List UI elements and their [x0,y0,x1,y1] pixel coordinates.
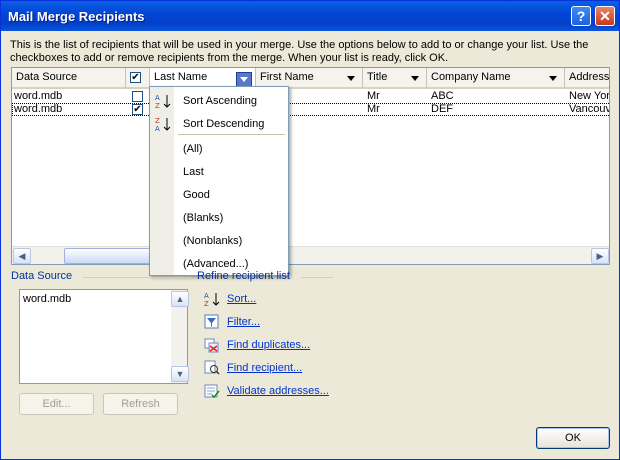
chevron-down-icon [240,77,248,82]
row-checkbox[interactable]: ✔ [132,104,143,115]
svg-text:A: A [155,125,160,132]
help-button[interactable]: ? [571,6,591,26]
find-recipient-icon [204,360,220,375]
close-button[interactable]: ✕ [595,6,615,26]
filter-link[interactable]: Filter... [227,316,260,328]
group-divider [301,277,333,278]
find-duplicates-icon [204,338,219,353]
validate-addresses-icon [204,384,220,399]
menu-item-blanks[interactable]: (Blanks) [183,212,223,224]
refresh-button[interactable]: Refresh [103,393,178,415]
filter-icon [204,314,219,329]
chevron-down-icon[interactable] [411,76,419,81]
column-filter-dropdown-button[interactable] [236,72,252,87]
column-header-company-name[interactable]: Company Name [427,68,565,89]
table-row[interactable]: word.mdb w Mr ABC New Yor [12,90,610,103]
scroll-up-icon[interactable]: ▲ [171,291,189,307]
sort-icon: A Z [204,292,220,307]
window-title: Mail Merge Recipients [8,9,145,24]
data-source-group-label: Data Source [11,270,73,282]
validate-addresses-link[interactable]: Validate addresses... [227,385,329,397]
menu-item-good[interactable]: Good [183,189,210,201]
cell-title: Mr [367,90,380,102]
data-source-list[interactable]: word.mdb ▲ ▼ [19,289,189,384]
list-item[interactable]: word.mdb [23,293,71,305]
horizontal-scrollbar[interactable]: ◀ ▶ [12,246,609,264]
sort-link[interactable]: Sort... [227,293,256,305]
menu-item-all[interactable]: (All) [183,143,203,155]
row-checkbox[interactable] [132,91,143,102]
column-header-label: Address [569,71,610,83]
svg-text:Z: Z [155,117,160,125]
ok-button[interactable]: OK [536,427,610,449]
menu-item-sort-ascending[interactable]: Sort Ascending [183,95,257,107]
cell-title: Mr [367,103,380,115]
find-recipient-link[interactable]: Find recipient... [227,362,302,374]
cell-company: DEF [431,103,453,115]
column-header-label: First Name [260,71,314,83]
title-bar[interactable]: Mail Merge Recipients ? ✕ [1,1,619,31]
column-header-address[interactable]: Address [565,68,610,89]
scroll-right-icon[interactable]: ▶ [591,248,609,264]
column-header-label: Title [367,71,388,83]
chevron-down-icon[interactable] [549,76,557,81]
edit-button[interactable]: Edit... [19,393,94,415]
column-header-include[interactable]: ✔ [126,68,150,89]
table-row[interactable]: word.mdb ✔ Mr DEF Vancouv [12,103,610,116]
find-duplicates-link[interactable]: Find duplicates... [227,339,310,351]
column-header-label: Last Name [154,71,208,83]
instructions-text: This is the list of recipients that will… [10,39,589,64]
svg-text:Z: Z [155,102,160,109]
column-header-label: Data Source [16,71,78,83]
sort-descending-icon: Z A [155,117,171,132]
vertical-scrollbar[interactable]: ▲ ▼ [171,290,189,383]
header-checkbox[interactable]: ✔ [130,72,141,83]
column-filter-menu: A Z Sort Ascending Z A Sort Descending (… [149,86,289,276]
menu-item-sort-descending[interactable]: Sort Descending [183,118,264,130]
refine-group-label: Refine recipient list [197,270,290,282]
column-header-title[interactable]: Title [363,68,427,89]
cell-company: ABC [431,90,454,102]
recipients-table: Data Source ✔ Last Name First Name Title… [11,67,610,265]
svg-text:A: A [204,292,209,300]
cell-data-source: word.mdb [14,103,63,115]
sort-ascending-icon: A Z [155,94,171,109]
column-header-data-source[interactable]: Data Source [12,68,126,89]
column-header-label: Company Name [431,71,511,83]
group-divider [83,277,191,278]
svg-text:Z: Z [204,300,209,307]
scroll-down-icon[interactable]: ▼ [171,366,189,382]
svg-text:A: A [155,94,160,102]
menu-item-nonblanks[interactable]: (Nonblanks) [183,235,242,247]
menu-item-advanced[interactable]: (Advanced...) [183,258,248,270]
cell-address: Vancouv [569,103,610,115]
menu-separator [178,134,285,135]
mail-merge-recipients-dialog: Mail Merge Recipients ? ✕ This is the li… [0,0,620,460]
chevron-down-icon[interactable] [347,76,355,81]
menu-item-last[interactable]: Last [183,166,204,178]
scroll-left-icon[interactable]: ◀ [13,248,31,264]
cell-data-source: word.mdb [14,90,63,102]
cell-address: New Yor [569,90,610,102]
